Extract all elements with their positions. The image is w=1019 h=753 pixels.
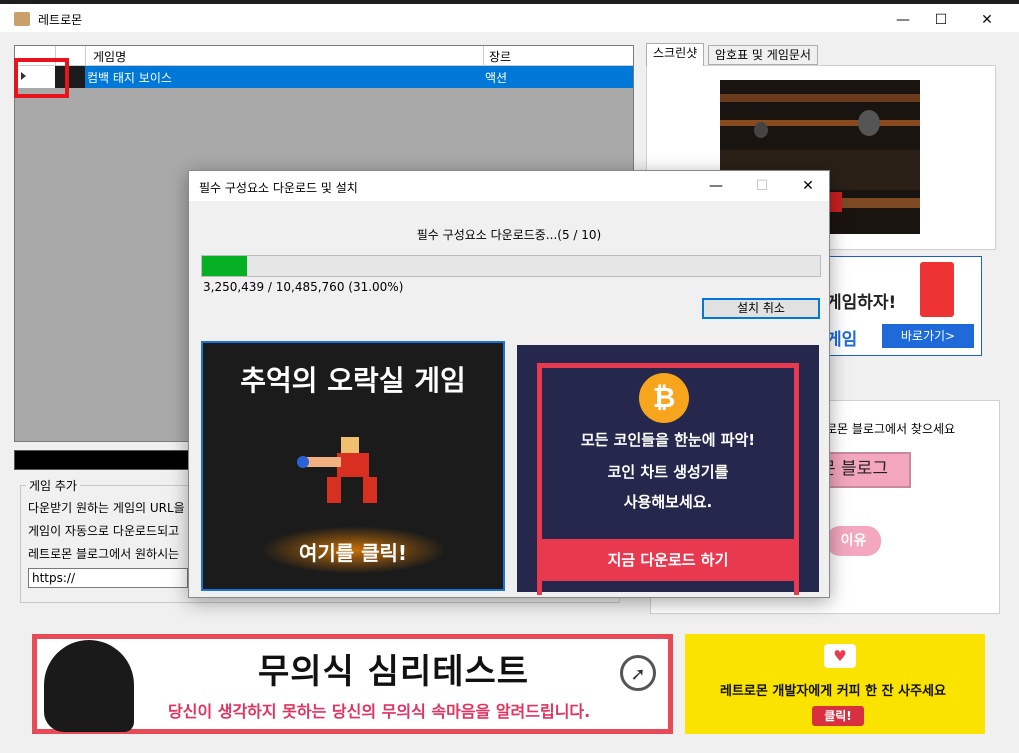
table-row[interactable]: 컴백 태지 보이스 액션 [15, 66, 633, 88]
progress-fill [202, 256, 247, 276]
add-game-line: 게임이 자동으로 다운로드되고 [28, 524, 180, 538]
tab-screenshot[interactable]: 스크린샷 [646, 43, 705, 66]
app-icon [14, 12, 30, 26]
right-ad-headline: 게임하자! [826, 293, 897, 313]
dialog-title: 필수 구성요소 다운로드 및 설치 [199, 181, 358, 195]
blog-text: 로몬 블로그에서 찾으세요 [826, 422, 956, 436]
maximize-button[interactable]: ☐ [918, 8, 964, 32]
game-genre-cell: 액션 [485, 71, 508, 85]
coffee-ad-text: 레트로몬 개발자에게 커피 한 잔 사주세요 [720, 684, 946, 699]
window-title: 레트로몬 [38, 13, 83, 27]
reason-button[interactable]: 이유 [826, 526, 881, 556]
dialog-minimize-button[interactable]: — [693, 171, 739, 201]
coin-download-button[interactable]: 지금 다운로드 하기 [537, 539, 799, 581]
dialog-close-button[interactable]: ✕ [785, 171, 831, 201]
game-name-cell: 컴백 태지 보이스 [87, 71, 172, 85]
coffee-ad-button[interactable]: 클릭! [812, 706, 864, 726]
tab-docs[interactable]: 암호표 및 게임문서 [708, 45, 818, 65]
add-game-line: 다운받기 원하는 게임의 URL을 [28, 501, 185, 515]
right-ad-button[interactable]: 바로가기> [882, 324, 974, 348]
progress-text: 3,250,439 / 10,485,760 (31.00%) [203, 280, 404, 294]
coin-ad-line: 사용해보세요. [623, 493, 713, 511]
coin-ad-line: 모든 코인들을 한눈에 파악! [580, 431, 756, 449]
column-header-name[interactable]: 게임명 [93, 48, 126, 65]
coffee-heart-icon: ♥ [824, 644, 856, 668]
cursor-click-icon: ➚ [620, 655, 656, 691]
close-button[interactable]: ✕ [964, 8, 1010, 32]
column-separator [483, 46, 484, 66]
fighter-icon [297, 437, 377, 503]
right-ad-subline: 게임 [826, 330, 858, 350]
dialog-title-bar: 필수 구성요소 다운로드 및 설치 — ☐ ✕ [189, 171, 829, 201]
download-dialog: 필수 구성요소 다운로드 및 설치 — ☐ ✕ 필수 구성요소 다운로드중...… [188, 170, 830, 598]
psychology-ad-title: 무의식 심리테스트 [258, 652, 530, 692]
column-separator [85, 46, 86, 66]
selected-row-highlight: 컴백 태지 보이스 액션 [85, 66, 633, 88]
arcade-ad-title: 추억의 오락실 게임 [240, 364, 466, 397]
progress-bar [201, 255, 821, 277]
add-game-legend: 게임 추가 [26, 477, 80, 494]
dialog-maximize-button: ☐ [755, 178, 769, 194]
column-header-genre[interactable]: 장르 [489, 48, 511, 65]
cancel-install-button[interactable]: 설치 취소 [702, 298, 820, 319]
url-input[interactable] [28, 568, 188, 588]
game-list-header: 게임명 장르 [15, 46, 633, 66]
bitcoin-icon: ₿ [639, 373, 689, 423]
highlight-box [14, 58, 69, 98]
main-title-bar: 레트로몬 — ☐ ✕ [0, 4, 1019, 32]
psychology-ad-subtitle: 당신이 생각하지 못하는 당신의 무의식 속마음을 알려드립니다. [168, 702, 591, 721]
brain-head-icon [44, 640, 134, 732]
download-status: 필수 구성요소 다운로드중...(5 / 10) [416, 228, 602, 242]
coin-ad-line: 코인 차트 생성기를 [607, 463, 729, 481]
arcade-ad-button[interactable]: 여기를 클릭! [201, 537, 505, 566]
add-game-line: 레트로몬 블로그에서 원하시는 [28, 547, 180, 561]
arcade-machine-icon [920, 262, 954, 317]
